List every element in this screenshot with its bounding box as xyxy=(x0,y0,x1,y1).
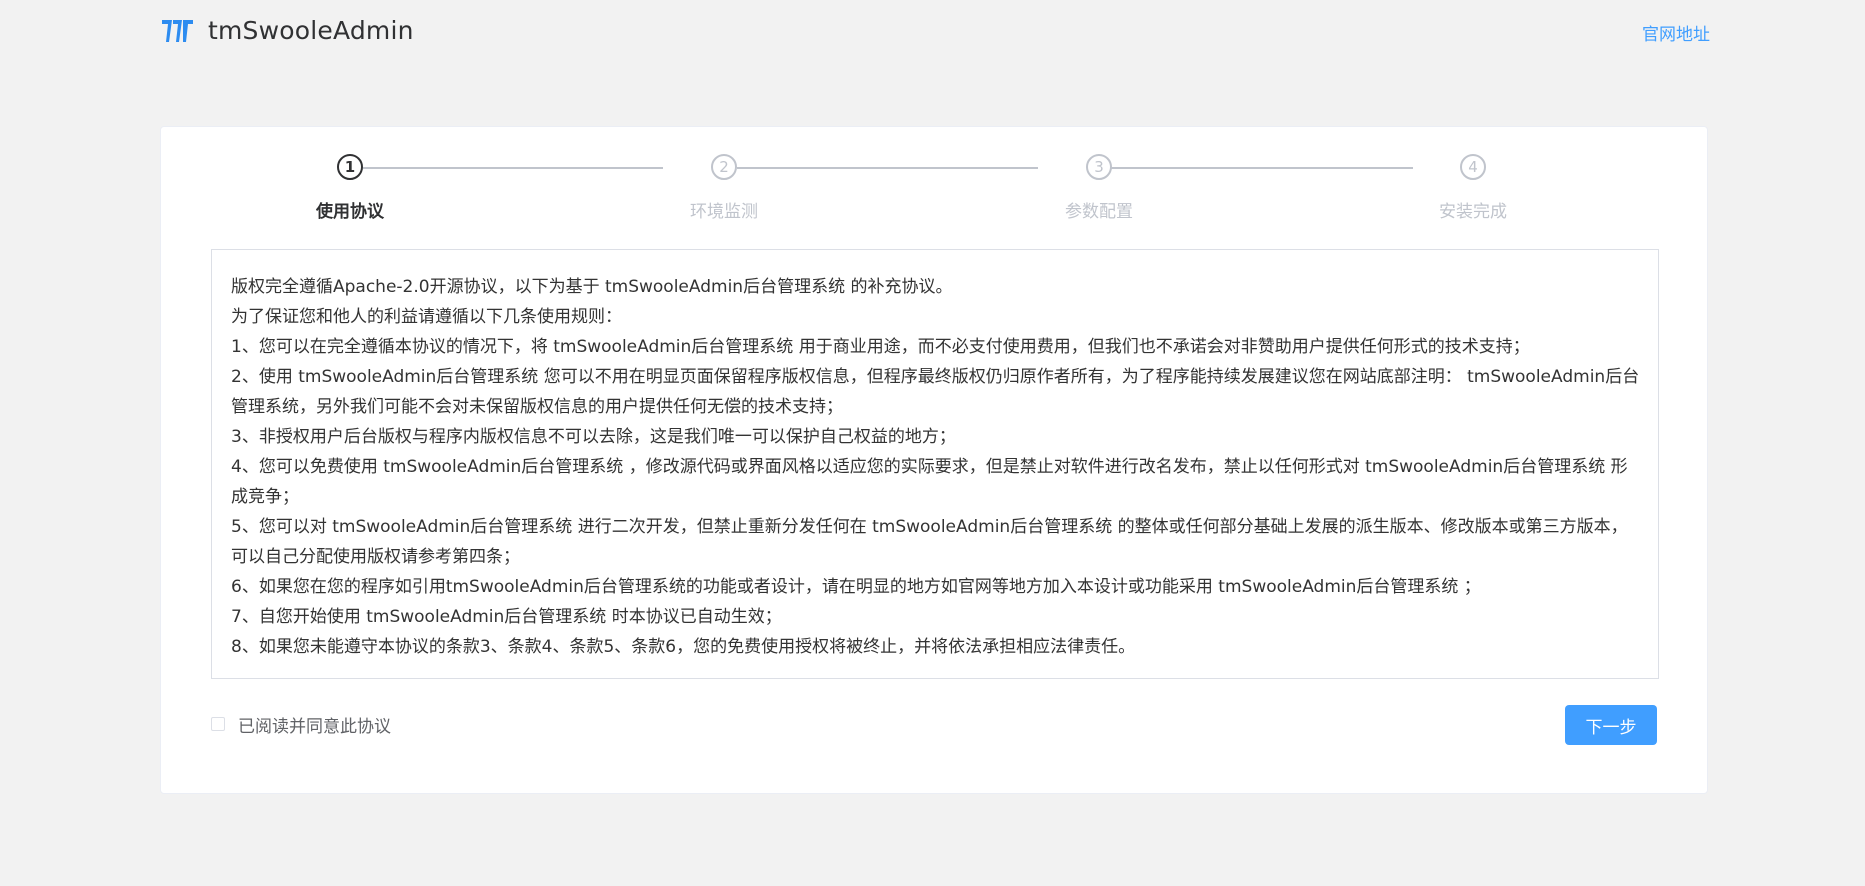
agree-checkbox-label[interactable]: 已阅读并同意此协议 xyxy=(238,712,391,737)
agreement-line: 为了保证您和他人的利益请遵循以下几条使用规则： xyxy=(231,307,622,327)
agreement-line: 2、使用 tmSwooleAdmin后台管理系统 您可以不用在明显页面保留程序版… xyxy=(231,367,1640,417)
header: tmSwooleAdmin 官网地址 xyxy=(160,14,1710,54)
agreement-line: 3、非授权用户后台版权与程序内版权信息不可以去除，这是我们唯一可以保护自己权益的… xyxy=(231,427,956,447)
app-title: tmSwooleAdmin xyxy=(208,16,414,45)
step-1-title: 使用协议 xyxy=(316,202,384,222)
step-2-title: 环境监测 xyxy=(690,202,758,222)
agreement-line: 版权完全遵循Apache-2.0开源协议，以下为基于 tmSwooleAdmin… xyxy=(231,277,953,297)
agreement-line: 8、如果您未能遵守本协议的条款3、条款4、条款5、条款6，您的免费使用授权将被终… xyxy=(231,637,1136,657)
agree-checkbox-row[interactable]: 已阅读并同意此协议 xyxy=(211,712,391,737)
logo-icon xyxy=(162,20,193,42)
install-card: 1 2 3 4 使用协议 环境监测 参数配置 安装完成 版权完全遵循Apache… xyxy=(160,126,1708,794)
official-site-link[interactable]: 官网地址 xyxy=(1642,20,1710,45)
agreement-line: 5、您可以对 tmSwooleAdmin后台管理系统 进行二次开发，但禁止重新分… xyxy=(231,517,1628,567)
agreement-line: 4、您可以免费使用 tmSwooleAdmin后台管理系统 ，修改源代码或界面风… xyxy=(231,457,1628,507)
steps-bar: 1 2 3 4 使用协议 环境监测 参数配置 安装完成 xyxy=(161,127,1707,227)
step-4-circle: 4 xyxy=(1460,154,1486,180)
next-step-button[interactable]: 下一步 xyxy=(1565,705,1657,745)
step-1-circle: 1 xyxy=(337,154,363,180)
step-3-title: 参数配置 xyxy=(1065,202,1133,222)
step-2-circle: 2 xyxy=(711,154,737,180)
agreement-text: 版权完全遵循Apache-2.0开源协议，以下为基于 tmSwooleAdmin… xyxy=(211,249,1659,679)
step-connector xyxy=(1111,167,1413,169)
step-connector xyxy=(363,167,663,169)
agree-checkbox[interactable] xyxy=(211,717,225,731)
step-3-circle: 3 xyxy=(1086,154,1112,180)
step-4-title: 安装完成 xyxy=(1439,202,1507,222)
step-connector xyxy=(737,167,1038,169)
agreement-line: 6、如果您在您的程序如引用tmSwooleAdmin后台管理系统的功能或者设计，… xyxy=(231,577,1481,597)
agreement-line: 1、您可以在完全遵循本协议的情况下，将 tmSwooleAdmin后台管理系统 … xyxy=(231,337,1530,357)
agreement-line: 7、自您开始使用 tmSwooleAdmin后台管理系统 时本协议已自动生效； xyxy=(231,607,782,627)
